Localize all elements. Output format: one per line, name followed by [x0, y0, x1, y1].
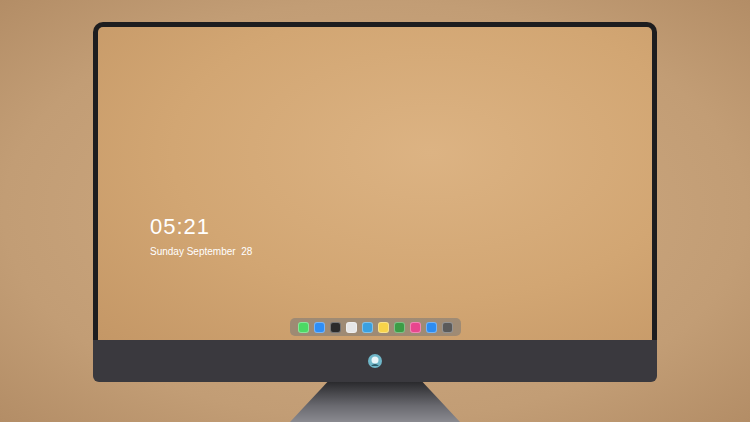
desktop-screen: 05:21 Sunday September 28 — [98, 27, 652, 340]
dock-app-icon[interactable] — [378, 322, 389, 333]
monitor-bezel: 05:21 Sunday September 28 — [93, 22, 657, 340]
dock-app-icon[interactable] — [442, 322, 453, 333]
brand-logo-icon — [367, 353, 383, 369]
dock-app-icon[interactable] — [362, 322, 373, 333]
dock-app-icon[interactable] — [410, 322, 421, 333]
dock-app-icon[interactable] — [426, 322, 437, 333]
lock-clock: 05:21 Sunday September 28 — [98, 214, 652, 258]
monitor-stand — [290, 382, 460, 422]
dock-app-icon[interactable] — [346, 322, 357, 333]
clock-date: Sunday September 28 — [150, 246, 652, 258]
monitor: 05:21 Sunday September 28 — [93, 22, 657, 382]
dock-app-icon[interactable] — [330, 322, 341, 333]
dock-app-icon[interactable] — [314, 322, 325, 333]
monitor-chin — [93, 340, 657, 382]
dock-app-icon[interactable] — [298, 322, 309, 333]
mockup-canvas: 05:21 Sunday September 28 — [0, 0, 750, 422]
dock — [290, 318, 461, 336]
clock-time: 05:21 — [150, 214, 652, 240]
dock-app-icon[interactable] — [394, 322, 405, 333]
